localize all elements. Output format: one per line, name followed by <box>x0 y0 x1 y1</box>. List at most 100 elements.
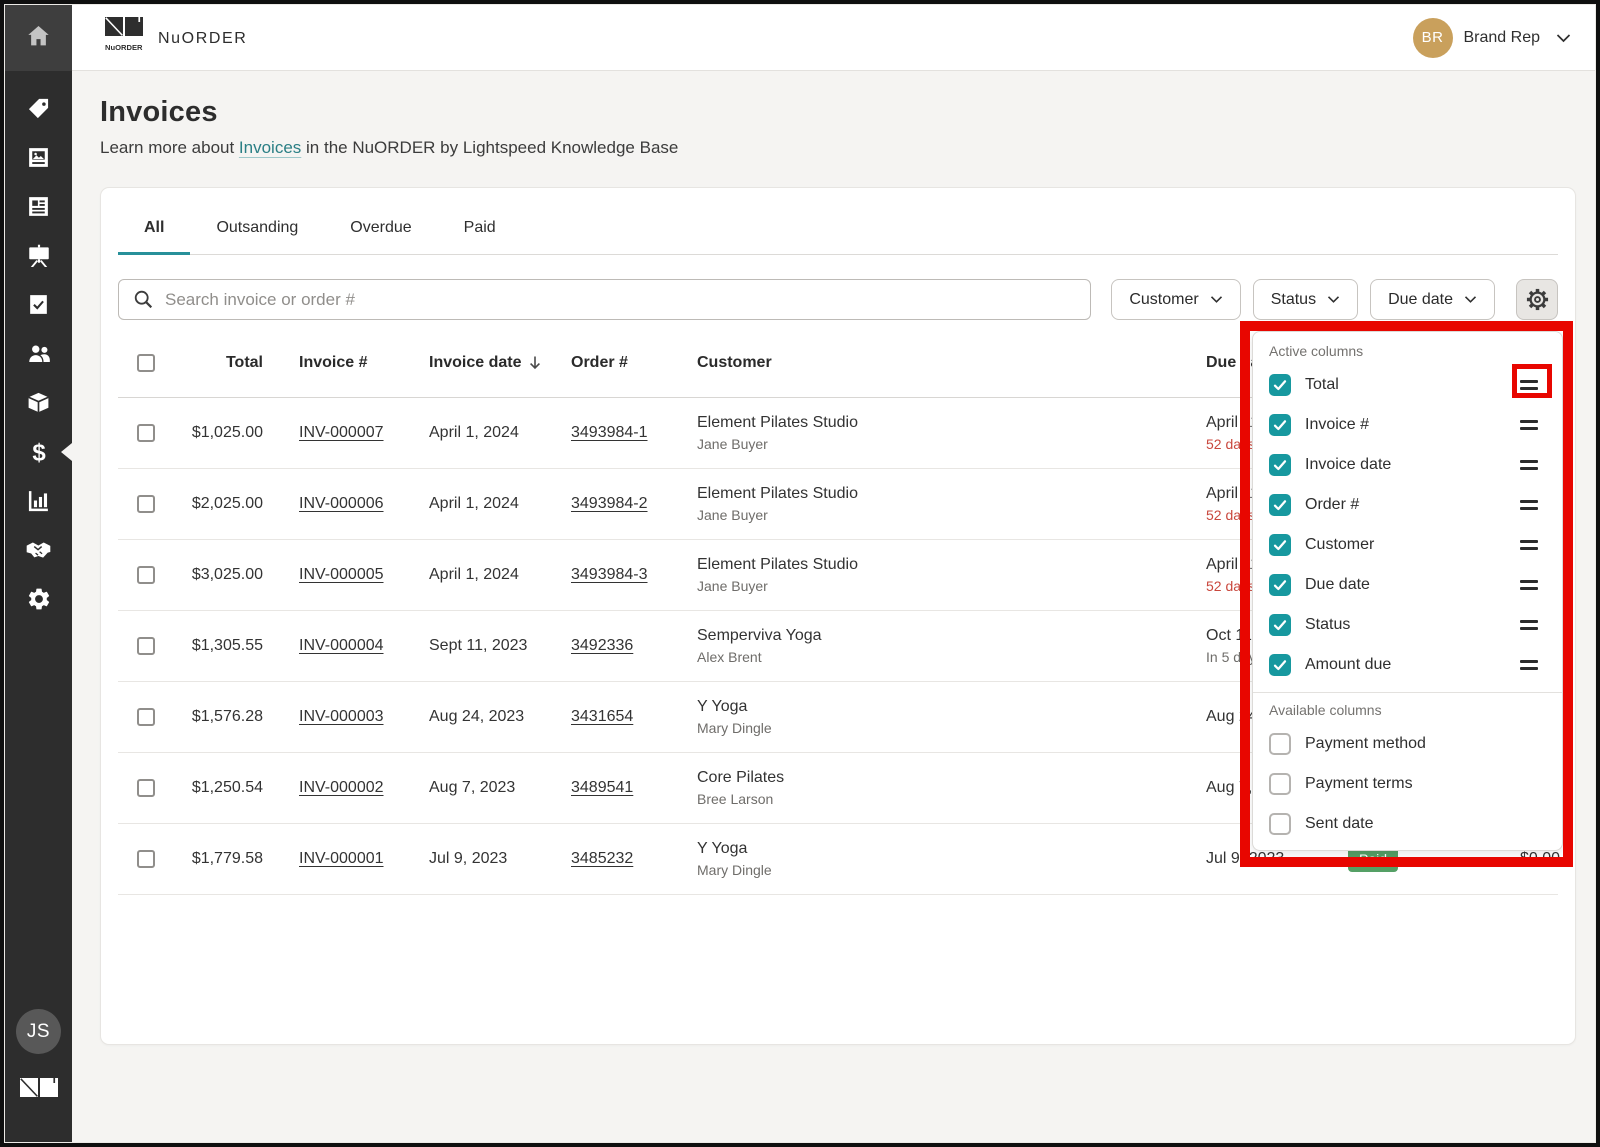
cell-due-date: Jul 9, 2023 <box>1206 850 1348 868</box>
row-checkbox[interactable] <box>137 637 155 655</box>
handshake-icon <box>25 536 52 563</box>
column-header-invoice-date[interactable]: Invoice date <box>393 354 523 372</box>
select-all-checkbox[interactable] <box>137 354 155 372</box>
cell-customer: Element Pilates Studio Jane Buyer <box>665 414 1206 452</box>
search-input[interactable] <box>165 290 1076 310</box>
invoice-link[interactable]: INV-000005 <box>299 566 384 583</box>
sidebar-item-products[interactable] <box>5 84 72 133</box>
order-link[interactable]: 3493984-1 <box>571 424 648 441</box>
column-header-order-[interactable]: Order # <box>523 354 665 372</box>
cell-customer: Y Yoga Mary Dingle <box>665 840 1206 878</box>
column-checkbox[interactable] <box>1269 374 1291 396</box>
drag-handle[interactable] <box>1520 580 1538 590</box>
column-checkbox[interactable] <box>1269 534 1291 556</box>
sidebar-item-shipments[interactable] <box>5 378 72 427</box>
drag-handle[interactable] <box>1520 500 1538 510</box>
filter-button-customer[interactable]: Customer <box>1111 279 1240 320</box>
tab-all[interactable]: All <box>118 202 190 254</box>
buyer-name: Jane Buyer <box>697 578 1206 594</box>
filter-buttons: Customer Status Due date <box>1111 279 1495 320</box>
sidebar-item-orders[interactable] <box>5 280 72 329</box>
drag-handle[interactable] <box>1520 380 1538 390</box>
brand-lockup[interactable]: NuORDER NuORDER <box>105 17 247 58</box>
sidebar-item-home[interactable] <box>5 5 72 71</box>
invoice-link[interactable]: INV-000006 <box>299 495 384 512</box>
order-link[interactable]: 3492336 <box>571 637 633 654</box>
row-checkbox[interactable] <box>137 424 155 442</box>
sidebar-item-shows[interactable] <box>5 231 72 280</box>
cell-invoice-date: April 1, 2024 <box>393 495 523 513</box>
drag-handle[interactable] <box>1520 540 1538 550</box>
invoices-help-link[interactable]: Invoices <box>239 138 301 157</box>
tab-outsanding[interactable]: Outsanding <box>190 202 324 254</box>
sidebar: $ JS <box>5 5 72 1142</box>
column-checkbox[interactable] <box>1269 813 1291 835</box>
column-header-invoice-[interactable]: Invoice # <box>263 354 393 372</box>
column-checkbox[interactable] <box>1269 733 1291 755</box>
tab-overdue[interactable]: Overdue <box>324 202 437 254</box>
drag-handle[interactable] <box>1520 660 1538 670</box>
nuorder-logo-mark-icon <box>20 1078 58 1102</box>
column-checkbox[interactable] <box>1269 494 1291 516</box>
drag-handle[interactable] <box>1520 420 1538 430</box>
presentation-icon <box>26 243 52 269</box>
filter-button-status[interactable]: Status <box>1253 279 1358 320</box>
order-link[interactable]: 3493984-3 <box>571 566 648 583</box>
order-link[interactable]: 3493984-2 <box>571 495 648 512</box>
user-avatar-js[interactable]: JS <box>16 1009 61 1054</box>
customer-name: Semperviva Yoga <box>697 627 1206 645</box>
invoice-link[interactable]: INV-000003 <box>299 708 384 725</box>
reports-icon <box>26 488 51 513</box>
invoice-link[interactable]: INV-000007 <box>299 424 384 441</box>
order-link[interactable]: 3489541 <box>571 779 633 796</box>
drag-handle[interactable] <box>1520 620 1538 630</box>
column-settings-button[interactable] <box>1516 279 1558 320</box>
sidebar-item-settings[interactable] <box>5 574 72 623</box>
column-checkbox[interactable] <box>1269 454 1291 476</box>
buyer-name: Jane Buyer <box>697 507 1206 523</box>
cell-total: $1,779.58 <box>174 850 263 868</box>
column-checkbox[interactable] <box>1269 414 1291 436</box>
chevron-down-icon <box>1464 295 1477 304</box>
column-toggle-invoice-date: Invoice date <box>1253 445 1562 485</box>
cell-invoice-date: April 1, 2024 <box>393 566 523 584</box>
row-checkbox[interactable] <box>137 708 155 726</box>
invoice-link[interactable]: INV-000001 <box>299 850 384 867</box>
column-checkbox[interactable] <box>1269 574 1291 596</box>
drag-handle[interactable] <box>1520 460 1538 470</box>
sidebar-item-news[interactable] <box>5 182 72 231</box>
buyer-name: Mary Dingle <box>697 862 1206 878</box>
column-checkbox[interactable] <box>1269 614 1291 636</box>
brand-name: NuORDER <box>158 30 247 48</box>
row-checkbox[interactable] <box>137 850 155 868</box>
user-menu[interactable]: BR Brand Rep <box>1413 18 1572 58</box>
order-link[interactable]: 3431654 <box>571 708 633 725</box>
tab-paid[interactable]: Paid <box>438 202 522 254</box>
sidebar-item-linesheets[interactable] <box>5 133 72 182</box>
sidebar-item-reports[interactable] <box>5 476 72 525</box>
row-checkbox[interactable] <box>137 495 155 513</box>
row-checkbox[interactable] <box>137 566 155 584</box>
filter-button-due-date[interactable]: Due date <box>1370 279 1495 320</box>
nuorder-logo-icon: NuORDER <box>105 17 143 58</box>
invoice-link[interactable]: INV-000002 <box>299 779 384 796</box>
linesheet-icon <box>26 194 51 219</box>
cell-total: $1,576.28 <box>174 708 263 726</box>
svg-text:$: $ <box>32 439 46 465</box>
customer-name: Element Pilates Studio <box>697 556 1206 574</box>
column-toggle-customer: Customer <box>1253 525 1562 565</box>
sidebar-item-payments[interactable]: $ <box>5 427 72 476</box>
column-toggle-payment-method: Payment method <box>1253 724 1562 764</box>
buyer-name: Mary Dingle <box>697 720 1206 736</box>
sidebar-item-customers[interactable] <box>5 329 72 378</box>
row-checkbox[interactable] <box>137 779 155 797</box>
column-checkbox[interactable] <box>1269 654 1291 676</box>
column-header-customer[interactable]: Customer <box>665 354 1206 372</box>
sidebar-item-connections[interactable] <box>5 525 72 574</box>
active-item-notch <box>61 443 72 461</box>
order-link[interactable]: 3485232 <box>571 850 633 867</box>
page-subtitle: Learn more about Invoices in the NuORDER… <box>100 138 1595 158</box>
column-header-total[interactable]: Total <box>174 354 263 372</box>
invoice-link[interactable]: INV-000004 <box>299 637 384 654</box>
column-checkbox[interactable] <box>1269 773 1291 795</box>
